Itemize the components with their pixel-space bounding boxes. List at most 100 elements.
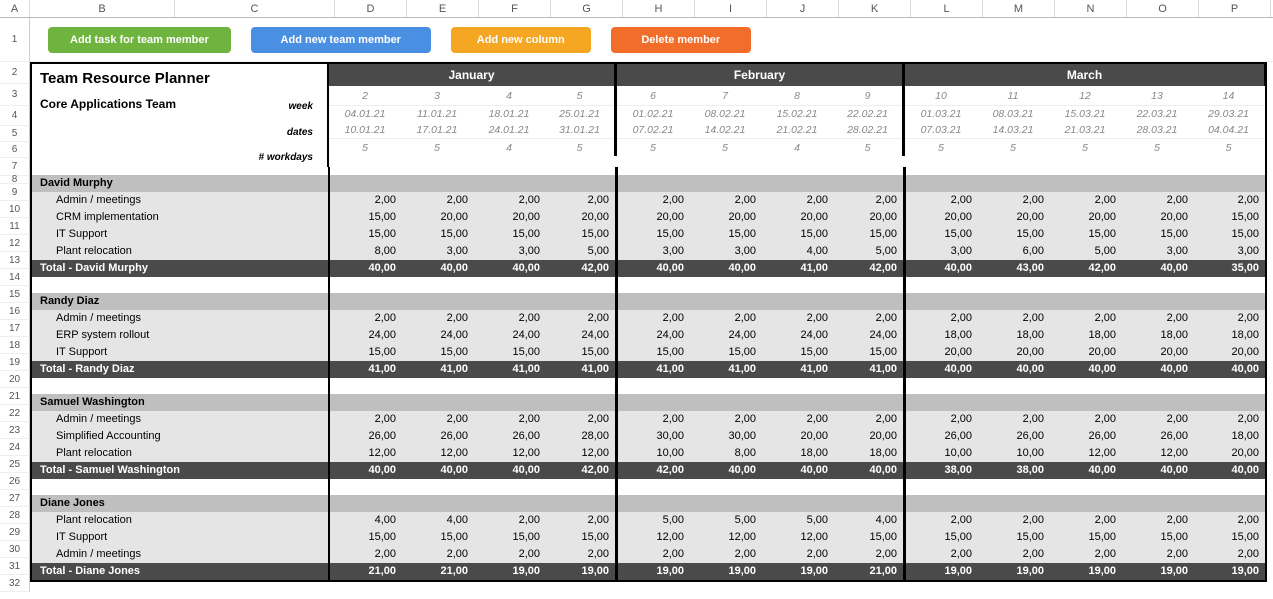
cell[interactable]: 19,00 xyxy=(618,563,690,580)
cell[interactable]: 38,00 xyxy=(978,462,1050,479)
cell[interactable]: 20,00 xyxy=(1050,209,1122,226)
cell[interactable]: 3,00 xyxy=(1122,243,1194,260)
col-header-L[interactable]: L xyxy=(911,0,983,17)
cell[interactable]: 18,00 xyxy=(1194,327,1265,344)
cell[interactable]: 2,00 xyxy=(474,512,546,529)
cell[interactable]: 24,00 xyxy=(330,327,402,344)
cell[interactable]: 41,00 xyxy=(690,361,762,378)
cell[interactable]: 20,00 xyxy=(546,209,618,226)
cell[interactable]: 20,00 xyxy=(474,209,546,226)
cell[interactable]: 40,00 xyxy=(690,462,762,479)
cell[interactable]: 2,00 xyxy=(1194,310,1265,327)
cell[interactable]: 19,00 xyxy=(1050,563,1122,580)
cell[interactable]: 2,00 xyxy=(834,546,906,563)
row-header-8[interactable]: 8 xyxy=(0,176,30,184)
cell[interactable]: 42,00 xyxy=(1050,260,1122,277)
cell[interactable]: 2,00 xyxy=(1122,310,1194,327)
cell[interactable]: 19,00 xyxy=(978,563,1050,580)
cell[interactable]: 2,00 xyxy=(762,411,834,428)
cell[interactable]: 2,00 xyxy=(906,411,978,428)
row-header-5[interactable]: 5 xyxy=(0,126,30,142)
cell[interactable]: 15,00 xyxy=(618,226,690,243)
row-header-12[interactable]: 12 xyxy=(0,235,30,252)
cell[interactable]: 26,00 xyxy=(1122,428,1194,445)
cell[interactable]: 12,00 xyxy=(618,529,690,546)
col-header-K[interactable]: K xyxy=(839,0,911,17)
cell[interactable]: 15,00 xyxy=(402,226,474,243)
row-header-24[interactable]: 24 xyxy=(0,439,30,456)
cell[interactable]: 3,00 xyxy=(690,243,762,260)
cell[interactable]: 2,00 xyxy=(546,546,618,563)
cell[interactable]: 41,00 xyxy=(402,361,474,378)
cell[interactable]: 19,00 xyxy=(546,563,618,580)
row-header-19[interactable]: 19 xyxy=(0,354,30,371)
cell[interactable]: 15,00 xyxy=(402,344,474,361)
cell[interactable]: 20,00 xyxy=(978,209,1050,226)
cell[interactable]: 43,00 xyxy=(978,260,1050,277)
cell[interactable]: 12,00 xyxy=(1050,445,1122,462)
cell[interactable]: 4,00 xyxy=(834,512,906,529)
add-task-button[interactable]: Add task for team member xyxy=(48,27,231,53)
cell[interactable]: 20,00 xyxy=(906,344,978,361)
cell[interactable]: 18,00 xyxy=(1122,327,1194,344)
cell[interactable]: 3,00 xyxy=(1194,243,1265,260)
cell[interactable]: 15,00 xyxy=(402,529,474,546)
cell[interactable]: 12,00 xyxy=(1122,445,1194,462)
cell[interactable]: 20,00 xyxy=(1194,445,1265,462)
cell[interactable]: 2,00 xyxy=(1122,546,1194,563)
cell[interactable]: 5,00 xyxy=(834,243,906,260)
cell[interactable]: 2,00 xyxy=(906,192,978,209)
cell[interactable]: 2,00 xyxy=(330,310,402,327)
cell[interactable]: 19,00 xyxy=(474,563,546,580)
row-header-11[interactable]: 11 xyxy=(0,218,30,235)
cell[interactable]: 2,00 xyxy=(474,192,546,209)
cell[interactable]: 41,00 xyxy=(546,361,618,378)
cell[interactable]: 2,00 xyxy=(690,192,762,209)
row-header-2[interactable]: 2 xyxy=(0,62,30,84)
cell[interactable]: 15,00 xyxy=(978,226,1050,243)
cell[interactable]: 41,00 xyxy=(618,361,690,378)
cell[interactable]: 5,00 xyxy=(1050,243,1122,260)
cell[interactable]: 18,00 xyxy=(906,327,978,344)
cell[interactable]: 20,00 xyxy=(1050,344,1122,361)
cell[interactable]: 2,00 xyxy=(834,411,906,428)
cell[interactable]: 18,00 xyxy=(834,445,906,462)
cell[interactable]: 15,00 xyxy=(474,344,546,361)
cell[interactable]: 2,00 xyxy=(474,310,546,327)
cell[interactable]: 2,00 xyxy=(834,192,906,209)
cell[interactable]: 42,00 xyxy=(546,260,618,277)
cell[interactable]: 2,00 xyxy=(762,192,834,209)
cell[interactable]: 40,00 xyxy=(330,260,402,277)
row-header-21[interactable]: 21 xyxy=(0,388,30,405)
cell[interactable]: 2,00 xyxy=(474,411,546,428)
cell[interactable]: 12,00 xyxy=(546,445,618,462)
cell[interactable]: 42,00 xyxy=(618,462,690,479)
cell[interactable]: 42,00 xyxy=(834,260,906,277)
row-header-13[interactable]: 13 xyxy=(0,252,30,269)
cell[interactable]: 15,00 xyxy=(330,209,402,226)
col-header-A[interactable]: A xyxy=(0,0,30,17)
cell[interactable]: 19,00 xyxy=(762,563,834,580)
cell[interactable]: 26,00 xyxy=(330,428,402,445)
row-header-3[interactable]: 3 xyxy=(0,84,30,106)
cell[interactable]: 40,00 xyxy=(1122,260,1194,277)
cell[interactable]: 15,00 xyxy=(762,226,834,243)
cell[interactable]: 21,00 xyxy=(402,563,474,580)
cell[interactable]: 5,00 xyxy=(546,243,618,260)
cell[interactable]: 2,00 xyxy=(762,546,834,563)
row-header-16[interactable]: 16 xyxy=(0,303,30,320)
cell[interactable]: 41,00 xyxy=(762,361,834,378)
cell[interactable]: 40,00 xyxy=(1194,361,1265,378)
cell[interactable]: 15,00 xyxy=(762,344,834,361)
cell[interactable]: 2,00 xyxy=(690,411,762,428)
row-header-32[interactable]: 32 xyxy=(0,575,30,592)
cell[interactable]: 40,00 xyxy=(330,462,402,479)
cell[interactable]: 8,00 xyxy=(690,445,762,462)
cell[interactable]: 20,00 xyxy=(618,209,690,226)
col-header-D[interactable]: D xyxy=(335,0,407,17)
cell[interactable]: 2,00 xyxy=(1194,411,1265,428)
cell[interactable]: 2,00 xyxy=(546,411,618,428)
cell[interactable]: 2,00 xyxy=(1050,310,1122,327)
cell[interactable]: 20,00 xyxy=(978,344,1050,361)
cell[interactable]: 2,00 xyxy=(1194,546,1265,563)
